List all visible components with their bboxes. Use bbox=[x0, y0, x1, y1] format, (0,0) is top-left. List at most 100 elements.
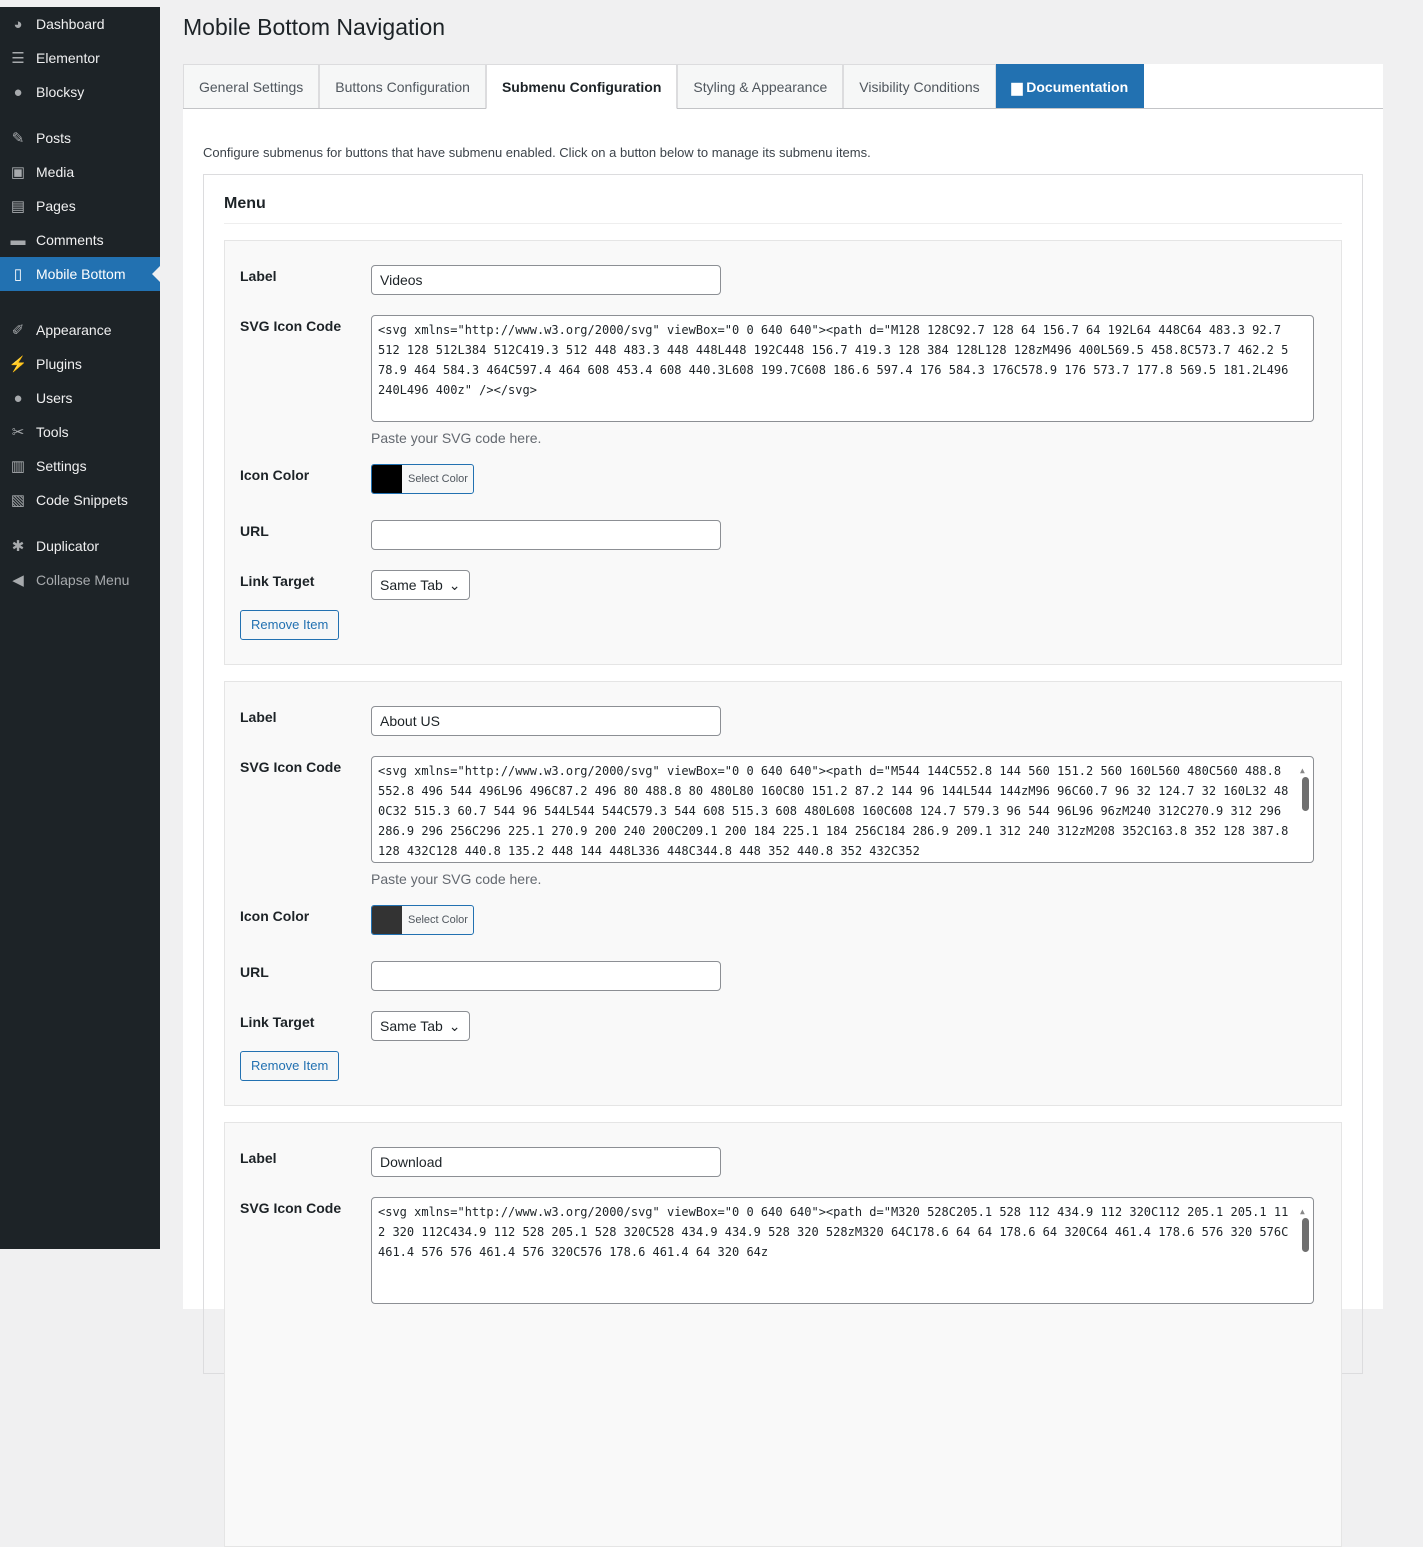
chevron-down-icon: ⌄ bbox=[448, 577, 461, 593]
sidebar-item-pages[interactable]: ▤ Pages bbox=[0, 189, 160, 223]
sliders-icon: ▥ bbox=[10, 458, 26, 475]
svg-code-text: <svg xmlns="http://www.w3.org/2000/svg" … bbox=[378, 323, 1296, 397]
target-field-label: Link Target bbox=[240, 573, 315, 589]
link-target-select[interactable]: Same Tab ⌄ bbox=[371, 570, 470, 600]
submenu-item: Label About US SVG Icon Code <svg xmlns="h… bbox=[224, 681, 1342, 1106]
book-icon: ▆ bbox=[1011, 79, 1027, 95]
sidebar-item-blocksy[interactable]: ● Blocksy bbox=[0, 75, 160, 109]
color-field-label: Icon Color bbox=[240, 908, 310, 924]
label-input[interactable]: About US bbox=[371, 706, 721, 736]
mobile-icon: ▯ bbox=[13, 266, 23, 283]
wrench-icon: ✂ bbox=[11, 424, 25, 441]
target-field-label: Link Target bbox=[240, 1014, 315, 1030]
collapse-icon: ◀ bbox=[12, 572, 24, 589]
sidebar-item-label: Mobile Bottom bbox=[36, 266, 126, 282]
label-field-label: Label bbox=[240, 268, 277, 284]
intro-text: Configure submenus for buttons that have… bbox=[203, 145, 871, 160]
svg-code-textarea[interactable]: <svg xmlns="http://www.w3.org/2000/svg" … bbox=[371, 1197, 1314, 1304]
sidebar-item-label: Elementor bbox=[36, 50, 100, 66]
svg-field-label: SVG Icon Code bbox=[240, 759, 342, 775]
sidebar-item-appearance[interactable]: ✐ Appearance bbox=[0, 313, 160, 347]
settings-tabs: General Settings Buttons Configuration S… bbox=[183, 64, 1383, 109]
pin-icon: ✎ bbox=[11, 130, 25, 147]
link-target-select[interactable]: Same Tab ⌄ bbox=[371, 1011, 470, 1041]
user-icon: ● bbox=[13, 389, 23, 407]
sidebar-item-media[interactable]: ▣ Media bbox=[0, 155, 160, 189]
color-picker-button[interactable]: Select Color bbox=[371, 905, 474, 935]
sidebar-item-settings[interactable]: ▥ Settings bbox=[0, 449, 160, 483]
media-icon: ▣ bbox=[10, 164, 26, 181]
textarea-scrollbar[interactable]: ▲ bbox=[1300, 1202, 1310, 1299]
sidebar-item-label: Code Snippets bbox=[36, 492, 128, 508]
sidebar-item-label: Users bbox=[36, 390, 73, 406]
sidebar-item-label: Appearance bbox=[36, 322, 112, 338]
svg-code-textarea[interactable]: <svg xmlns="http://www.w3.org/2000/svg" … bbox=[371, 756, 1314, 863]
sidebar-item-label: Tools bbox=[36, 424, 69, 440]
blocksy-icon: ● bbox=[13, 83, 23, 101]
page-title: Mobile Bottom Navigation bbox=[183, 14, 446, 40]
svg-code-text: <svg xmlns="http://www.w3.org/2000/svg" … bbox=[378, 1205, 1289, 1259]
textarea-scrollbar[interactable]: ▲ bbox=[1300, 761, 1310, 858]
sidebar-item-label: Duplicator bbox=[36, 538, 100, 554]
color-swatch bbox=[372, 465, 402, 493]
link-target-value: Same Tab bbox=[380, 1018, 443, 1034]
tab-general-settings[interactable]: General Settings bbox=[183, 64, 320, 108]
sidebar-item-users[interactable]: ● Users bbox=[0, 381, 160, 415]
label-input[interactable]: Download bbox=[371, 1147, 721, 1177]
svg-hint: Paste your SVG code here. bbox=[371, 871, 542, 887]
svg-field-label: SVG Icon Code bbox=[240, 1200, 342, 1216]
link-target-value: Same Tab bbox=[380, 577, 443, 593]
duplicator-icon: ✱ bbox=[11, 538, 25, 555]
tab-documentation-label: Documentation bbox=[1026, 79, 1129, 95]
color-swatch bbox=[372, 906, 402, 934]
pages-icon: ▤ bbox=[10, 198, 26, 215]
sidebar-item-duplicator[interactable]: ✱ Duplicator bbox=[0, 529, 160, 563]
url-input[interactable] bbox=[371, 961, 721, 991]
label-field-label: Label bbox=[240, 709, 277, 725]
tab-documentation[interactable]: ▆ Documentation bbox=[995, 64, 1145, 108]
menu-separator bbox=[0, 109, 160, 121]
sidebar-item-dashboard[interactable]: ◕ Dashboard bbox=[0, 7, 160, 41]
sidebar-item-collapse-menu[interactable]: ◀ Collapse Menu bbox=[0, 563, 160, 597]
tab-buttons-configuration[interactable]: Buttons Configuration bbox=[319, 64, 486, 108]
remove-item-button[interactable]: Remove Item bbox=[240, 1051, 340, 1081]
select-color-label: Select Color bbox=[408, 914, 468, 926]
submenu-card: Menu Label Videos SVG Icon Code <svg xmlns… bbox=[203, 174, 1363, 1547]
chevron-down-icon: ⌄ bbox=[448, 1018, 461, 1034]
menu-separator bbox=[0, 291, 160, 313]
url-input[interactable] bbox=[371, 520, 721, 550]
sidebar-item-tools[interactable]: ✂ Tools bbox=[0, 415, 160, 449]
sidebar-item-elementor[interactable]: ☰ Elementor bbox=[0, 41, 160, 75]
sidebar-item-plugins[interactable]: ⚡ Plugins bbox=[0, 347, 160, 381]
elementor-icon: ☰ bbox=[11, 50, 25, 67]
sidebar-item-mobile-bottom[interactable]: ▯ Mobile Bottom bbox=[0, 257, 160, 291]
sidebar-item-label: Media bbox=[36, 164, 75, 180]
sidebar-item-label: Plugins bbox=[36, 356, 82, 372]
sidebar-item-posts[interactable]: ✎ Posts bbox=[0, 121, 160, 155]
comment-icon: ▬ bbox=[10, 231, 26, 249]
tab-styling-appearance[interactable]: Styling & Appearance bbox=[677, 64, 844, 108]
brush-icon: ✐ bbox=[11, 322, 25, 339]
sidebar-item-code-snippets[interactable]: ▧ Code Snippets bbox=[0, 483, 160, 517]
label-field-label: Label bbox=[240, 1150, 277, 1166]
submenu-item: Label Videos SVG Icon Code <svg xmlns="htt… bbox=[224, 240, 1342, 665]
svg-field-label: SVG Icon Code bbox=[240, 318, 342, 334]
url-field-label: URL bbox=[240, 964, 269, 980]
label-input[interactable]: Videos bbox=[371, 265, 721, 295]
sidebar-item-comments[interactable]: ▬ Comments bbox=[0, 223, 160, 257]
sidebar-item-label: Collapse Menu bbox=[36, 572, 130, 588]
sidebar-item-label: Blocksy bbox=[36, 84, 85, 100]
card-title: Menu bbox=[224, 195, 1342, 224]
code-icon: ▧ bbox=[10, 492, 26, 509]
tab-submenu-configuration[interactable]: Submenu Configuration bbox=[485, 64, 678, 109]
svg-hint: Paste your SVG code here. bbox=[371, 430, 542, 446]
sidebar-item-label: Dashboard bbox=[36, 16, 105, 32]
url-field-label: URL bbox=[240, 523, 269, 539]
plug-icon: ⚡ bbox=[8, 356, 28, 373]
dashboard-icon: ◕ bbox=[13, 15, 23, 33]
remove-item-button[interactable]: Remove Item bbox=[240, 610, 340, 640]
tab-visibility-conditions[interactable]: Visibility Conditions bbox=[843, 64, 996, 108]
select-color-label: Select Color bbox=[408, 473, 468, 485]
svg-code-textarea[interactable]: <svg xmlns="http://www.w3.org/2000/svg" … bbox=[371, 315, 1314, 422]
color-picker-button[interactable]: Select Color bbox=[371, 464, 474, 494]
